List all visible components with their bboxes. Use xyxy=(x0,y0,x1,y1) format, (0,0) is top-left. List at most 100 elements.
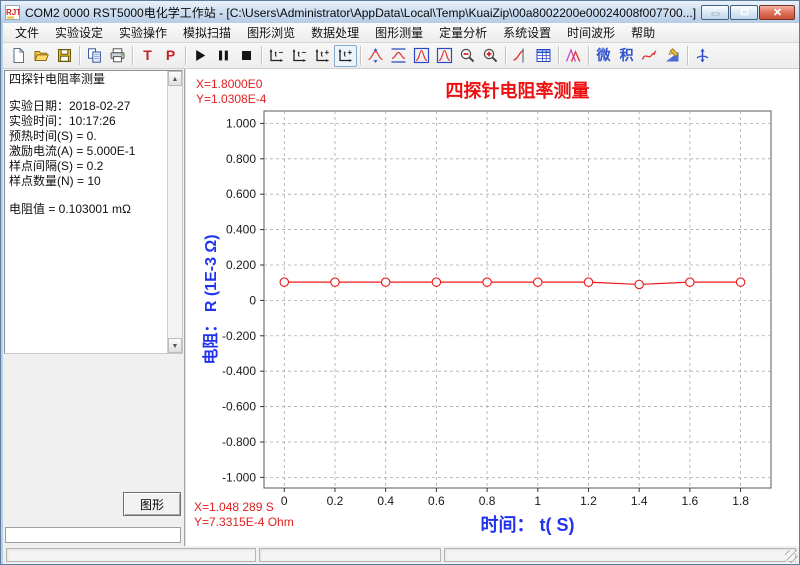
new-file-icon xyxy=(10,47,27,64)
toolbar-separator xyxy=(185,46,186,65)
save-icon xyxy=(56,47,73,64)
menu-item[interactable]: 定量分析 xyxy=(431,22,495,43)
restore-button[interactable] xyxy=(730,5,758,20)
pause-button[interactable] xyxy=(212,45,235,67)
print-button[interactable] xyxy=(106,45,129,67)
table-icon xyxy=(535,47,552,64)
restore-icon xyxy=(740,8,749,16)
fit-edit-button[interactable] xyxy=(661,45,684,67)
experiment-info-line: 实验时间：10:17:26 xyxy=(5,113,182,128)
peak-arrows-icon xyxy=(367,47,384,64)
scroll-down-icon[interactable]: ▼ xyxy=(168,338,182,353)
axis-icon: t− xyxy=(268,47,285,64)
minimize-button[interactable] xyxy=(701,5,729,20)
stop-icon xyxy=(238,47,255,64)
axis-icon: t− xyxy=(291,47,308,64)
experiment-info-line: 样点数量(N) = 10 xyxy=(5,173,182,188)
stop-button[interactable] xyxy=(235,45,258,67)
y-tick-label: 0.400 xyxy=(226,223,256,237)
y-tick-label: -0.200 xyxy=(222,329,256,343)
t-marker-button-glyph: T xyxy=(143,47,152,64)
time-axis-button-2[interactable]: t− xyxy=(288,45,311,67)
time-axis-button-1[interactable]: t− xyxy=(265,45,288,67)
smooth-curve-button[interactable] xyxy=(638,45,661,67)
y-tick-label: -0.800 xyxy=(222,435,256,449)
menu-item[interactable]: 文件 xyxy=(7,22,47,43)
integral-button[interactable]: 积 xyxy=(615,45,638,67)
run-button[interactable] xyxy=(189,45,212,67)
new-file-button[interactable] xyxy=(7,45,30,67)
curve-clip-button[interactable] xyxy=(509,45,532,67)
svg-text:+: + xyxy=(325,48,330,57)
statusbar-cell xyxy=(444,548,796,562)
zoom-out-button[interactable] xyxy=(456,45,479,67)
data-table-button[interactable] xyxy=(532,45,555,67)
menu-item[interactable]: 模拟扫描 xyxy=(175,22,239,43)
marker-readout-x: X=1.048 289 S xyxy=(194,500,274,514)
svg-text:−: − xyxy=(302,48,307,57)
t-marker-button[interactable]: T xyxy=(136,45,159,67)
peak-window-button[interactable] xyxy=(410,45,433,67)
sidebar-scrollbar[interactable]: ▲ ▼ xyxy=(167,71,182,353)
chart-panel[interactable]: 00.20.40.60.811.21.41.61.81.0000.8000.60… xyxy=(185,69,799,546)
svg-text:−: − xyxy=(279,48,284,57)
peak-compress-button[interactable] xyxy=(387,45,410,67)
svg-text:t: t xyxy=(344,50,347,59)
p-marker-button[interactable]: P xyxy=(159,45,182,67)
y-axis-label: 电阻： R (1E-3 Ω) xyxy=(201,234,220,364)
peak-overlay-button[interactable] xyxy=(562,45,585,67)
svg-text:t: t xyxy=(275,50,278,59)
copy-icon xyxy=(86,47,103,64)
resize-grip[interactable] xyxy=(785,550,798,563)
copy-button[interactable] xyxy=(83,45,106,67)
y-tick-label: -0.400 xyxy=(222,364,256,378)
cursor-readout-y: Y=1.0308E-4 xyxy=(196,92,267,106)
menu-item[interactable]: 系统设置 xyxy=(495,22,559,43)
menu-item[interactable]: 图形浏览 xyxy=(239,22,303,43)
menu-item[interactable]: 图形测量 xyxy=(367,22,431,43)
x-tick-label: 1 xyxy=(534,494,541,508)
svg-text:+: + xyxy=(348,48,353,57)
save-button[interactable] xyxy=(53,45,76,67)
data-point-marker xyxy=(686,278,694,286)
data-point-marker xyxy=(280,278,288,286)
close-button[interactable] xyxy=(759,5,795,20)
peak-window2-button[interactable] xyxy=(433,45,456,67)
menu-bar: 文件实验设定实验操作模拟扫描图形浏览数据处理图形测量定量分析系统设置时间波形帮助 xyxy=(3,23,799,43)
zoom-in-button[interactable] xyxy=(479,45,502,67)
p-marker-button-glyph: P xyxy=(166,47,175,64)
peak-expand-button[interactable] xyxy=(364,45,387,67)
time-axis-button-3[interactable]: t+ xyxy=(311,45,334,67)
x-tick-label: 1.8 xyxy=(732,494,749,508)
menu-item[interactable]: 实验操作 xyxy=(111,22,175,43)
curve-clip-icon xyxy=(512,47,529,64)
title-bar[interactable]: RJT COM2 0000 RST5000电化学工作站 - [C:\Users\… xyxy=(1,1,799,23)
scroll-up-icon[interactable]: ▲ xyxy=(168,71,182,86)
x-axis-label: 时间： t( S) xyxy=(481,515,575,535)
graph-button[interactable]: 图形 xyxy=(123,492,181,516)
experiment-info-text[interactable]: ▲ ▼ 四探针电阻率测量实验日期：2018-02-27实验时间：10:17:26… xyxy=(4,70,183,354)
toolbar-separator xyxy=(505,46,506,65)
menu-item[interactable]: 实验设定 xyxy=(47,22,111,43)
x-tick-label: 0.4 xyxy=(377,494,394,508)
menu-item[interactable]: 数据处理 xyxy=(303,22,367,43)
zoom-in-icon xyxy=(482,47,499,64)
waveform-3d-button[interactable] xyxy=(691,45,714,67)
cursor-readout-x: X=1.8000E0 xyxy=(196,77,263,91)
x-tick-label: 0.2 xyxy=(327,494,344,508)
double-peak-icon xyxy=(565,47,582,64)
open-file-button[interactable] xyxy=(30,45,53,67)
y-tick-label: -0.600 xyxy=(222,400,256,414)
toolbar: TPt−t−t+t+微积 xyxy=(3,43,799,69)
toolbar-separator xyxy=(79,46,80,65)
experiment-info-line: 预热时间(S) = 0. xyxy=(5,128,182,143)
menu-item[interactable]: 时间波形 xyxy=(559,22,623,43)
window-title: COM2 0000 RST5000电化学工作站 - [C:\Users\Admi… xyxy=(25,4,697,21)
experiment-info-panel: ▲ ▼ 四探针电阻率测量实验日期：2018-02-27实验时间：10:17:26… xyxy=(3,69,185,546)
menu-item[interactable]: 帮助 xyxy=(623,22,663,43)
derivative-button[interactable]: 微 xyxy=(592,45,615,67)
y-tick-label: 0.600 xyxy=(226,187,256,201)
x-tick-label: 1.6 xyxy=(682,494,699,508)
time-axis-button-4[interactable]: t+ xyxy=(334,45,357,67)
sidebar-bottom-box xyxy=(5,527,181,543)
